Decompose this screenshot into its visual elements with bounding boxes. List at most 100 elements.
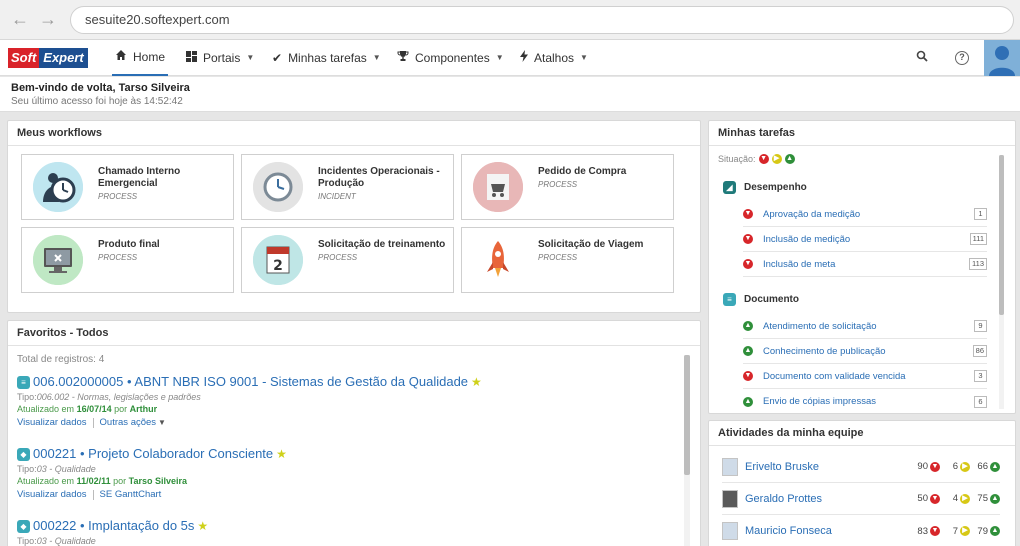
- workflow-card[interactable]: Solicitação de Viagem PROCESS: [461, 227, 674, 293]
- task-count: 3: [974, 370, 987, 382]
- document-icon: ≡: [17, 375, 30, 389]
- team-member-row[interactable]: Geraldo Prottes 50 ▼ 4 ▶ 75 ▲: [722, 483, 1000, 515]
- workflow-name: Pedido de Compra: [538, 166, 627, 177]
- status-yellow-icon: ▶: [960, 461, 970, 472]
- forward-arrow-icon[interactable]: →: [38, 9, 58, 29]
- menu-componentes[interactable]: Componentes ▼: [397, 40, 504, 76]
- task-count: 111: [969, 233, 987, 245]
- favorite-title-link[interactable]: 000222 • Implantação do 5s: [33, 518, 194, 534]
- view-data-link[interactable]: Visualizar dados: [17, 417, 87, 428]
- task-name: Inclusão de meta: [763, 258, 836, 270]
- app-header: Soft Expert Home Portais ▼ ✔ Minhas tare…: [0, 40, 1020, 76]
- warning-count: 4: [952, 493, 958, 504]
- workflows-panel: Meus workflows Chamado Interno Emergenci…: [7, 120, 701, 313]
- avatar: [722, 489, 738, 508]
- status-filter: Situação: ▼ ▶ ▲: [718, 154, 795, 164]
- other-actions-link[interactable]: Outras ações: [100, 417, 157, 428]
- scrollbar-thumb[interactable]: [999, 155, 1004, 315]
- favorites-scrollbar[interactable]: [684, 355, 690, 546]
- user-avatar[interactable]: [984, 40, 1020, 76]
- status-red-icon: ▼: [930, 493, 940, 504]
- updated-user: Tarso Silveira: [128, 476, 188, 486]
- workflow-card[interactable]: Produto final PROCESS: [21, 227, 234, 293]
- menu-home[interactable]: Home: [112, 40, 169, 76]
- type-label: Tipo:: [17, 392, 37, 402]
- shopping-cart-icon: [473, 162, 523, 212]
- task-row[interactable]: ▲ Conhecimento de publicação 86: [743, 339, 987, 364]
- star-icon[interactable]: ★: [471, 374, 482, 390]
- status-red-icon: ▼: [743, 234, 753, 244]
- tasks-scrollbar[interactable]: [999, 155, 1004, 409]
- tasks-panel: Minhas tarefas Situação: ▼ ▶ ▲ ◢ Desempe…: [708, 120, 1016, 414]
- updated-label: Atualizado em: [17, 476, 75, 486]
- menu-minhas-tarefas-label: Minhas tarefas: [288, 51, 367, 65]
- task-name: Envio de cópias impressas: [763, 396, 876, 407]
- document-icon: ≡: [723, 293, 736, 306]
- workflow-card[interactable]: Pedido de Compra PROCESS: [461, 154, 674, 220]
- favorite-title-link[interactable]: 006.002000005 • ABNT NBR ISO 9001 - Sist…: [33, 374, 468, 390]
- search-icon[interactable]: [912, 48, 932, 68]
- chevron-down-icon: ▼: [580, 53, 588, 62]
- favorites-panel: Favoritos - Todos Total de registros: 4 …: [7, 320, 701, 546]
- team-member-row[interactable]: Erivelto Bruske 90 ▼ 6 ▶ 66 ▲: [722, 451, 1000, 483]
- task-row[interactable]: ▼ Inclusão de medição 111: [743, 227, 987, 252]
- menu-portais[interactable]: Portais ▼: [186, 40, 254, 76]
- task-name: Aprovação da medição: [763, 208, 861, 220]
- status-red-icon[interactable]: ▼: [758, 154, 769, 164]
- status-red-icon: ▼: [743, 209, 753, 219]
- help-icon[interactable]: ?: [952, 48, 972, 68]
- task-name: Inclusão de medição: [763, 233, 851, 245]
- workflow-name: Incidentes Operacionais - Produção: [318, 166, 440, 189]
- logo-part-expert: Expert: [39, 48, 88, 68]
- type-label: Tipo:: [17, 536, 37, 546]
- favorites-total: Total de registros: 4: [17, 354, 105, 365]
- workflow-card[interactable]: 2 Solicitação de treinamento PROCESS: [241, 227, 454, 293]
- team-member-row[interactable]: Mauricio Fonseca 83 ▼ 7 ▶ 79 ▲: [722, 515, 1000, 546]
- back-arrow-icon[interactable]: ←: [10, 9, 30, 29]
- status-yellow-icon: ▶: [960, 493, 970, 504]
- avatar: [722, 522, 738, 540]
- task-group[interactable]: ≡ Documento: [723, 293, 799, 306]
- by-label: por: [113, 476, 127, 486]
- workflow-card[interactable]: Incidentes Operacionais - Produção INCID…: [241, 154, 454, 220]
- workflow-card[interactable]: Chamado Interno Emergencial PROCESS: [21, 154, 234, 220]
- rocket-icon: [473, 235, 523, 285]
- warning-count: 7: [952, 525, 958, 537]
- status-yellow-icon[interactable]: ▶: [771, 154, 782, 164]
- softexpert-logo[interactable]: Soft Expert: [8, 48, 88, 68]
- updated-date: 16/07/14: [76, 404, 112, 414]
- task-row[interactable]: ▼ Documento com validade vencida 3: [743, 364, 987, 389]
- updated-label: Atualizado em: [17, 404, 75, 414]
- task-row[interactable]: ▲ Envio de cópias impressas 6: [743, 389, 987, 414]
- status-green-icon: ▲: [743, 396, 753, 407]
- clock-user-icon: [33, 162, 83, 212]
- caret-down-icon[interactable]: ▼: [158, 418, 166, 427]
- task-group[interactable]: ◢ Desempenho: [723, 181, 807, 194]
- task-group-name: Desempenho: [744, 182, 807, 193]
- task-row[interactable]: ▼ Inclusão de meta 113: [743, 252, 987, 277]
- gantt-chart-link[interactable]: SE GanttChart: [100, 489, 162, 500]
- updated-date: 11/02/11: [76, 476, 111, 486]
- status-green-icon[interactable]: ▲: [784, 154, 795, 164]
- address-bar[interactable]: sesuite20.softexpert.com: [70, 6, 1014, 34]
- star-icon[interactable]: ★: [197, 518, 208, 534]
- star-icon[interactable]: ★: [276, 446, 287, 462]
- ontime-count: 79: [977, 525, 988, 537]
- favorite-title-link[interactable]: 000221 • Projeto Colaborador Consciente: [33, 446, 273, 462]
- scrollbar-thumb[interactable]: [684, 355, 690, 475]
- list-item: ◆ 000222 • Implantação do 5s ★ Tipo:03 -…: [17, 518, 687, 546]
- task-count: 6: [974, 395, 987, 408]
- view-data-link[interactable]: Visualizar dados: [17, 489, 87, 500]
- task-row[interactable]: ▲ Atendimento de solicitação 9: [743, 314, 987, 339]
- list-item: ≡ 006.002000005 • ABNT NBR ISO 9001 - Si…: [17, 374, 687, 428]
- updated-user: Arthur: [129, 404, 158, 414]
- menu-atalhos[interactable]: Atalhos ▼: [520, 40, 588, 76]
- task-name: Documento com validade vencida: [763, 370, 906, 382]
- late-count: 90: [917, 461, 928, 472]
- divider: [92, 417, 94, 428]
- status-red-icon: ▼: [930, 526, 940, 536]
- task-row[interactable]: ▼ Aprovação da medição 1: [743, 202, 987, 227]
- menu-minhas-tarefas[interactable]: ✔ Minhas tarefas ▼: [272, 40, 381, 76]
- task-count: 1: [974, 208, 987, 220]
- project-icon: ◆: [17, 447, 30, 461]
